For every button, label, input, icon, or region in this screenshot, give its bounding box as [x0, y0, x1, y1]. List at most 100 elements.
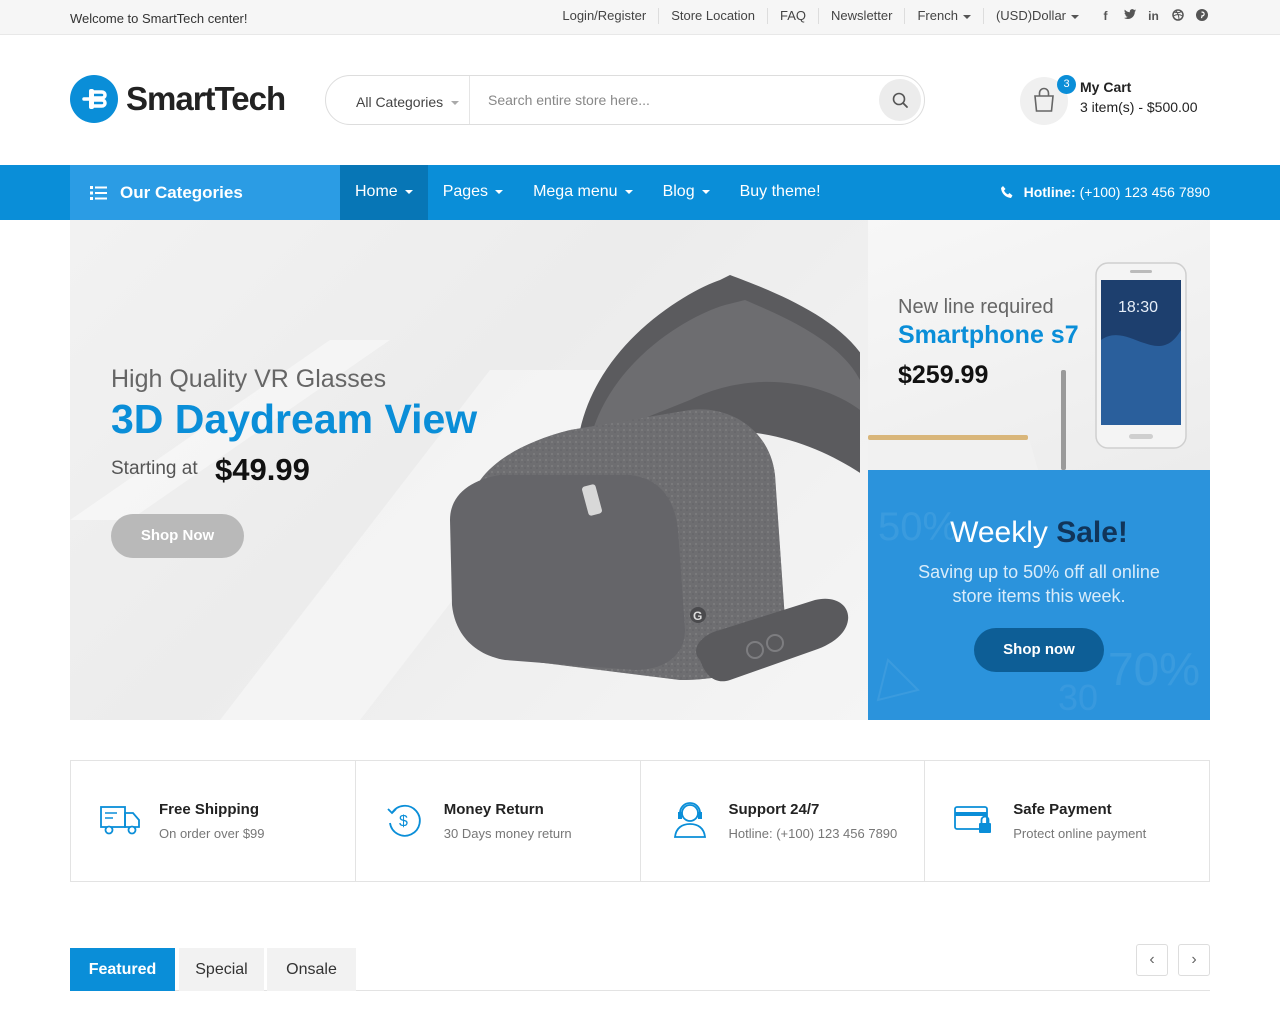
linkedin-icon[interactable]: in [1147, 9, 1160, 24]
hero-price: $49.99 [215, 452, 310, 487]
list-icon [90, 186, 107, 200]
chevron-right-icon[interactable]: › [1178, 944, 1210, 976]
nav-item-mega-menu[interactable]: Mega menu [518, 165, 648, 220]
sale-description: Saving up to 50% off all online store it… [918, 562, 1160, 606]
dribbble-icon[interactable] [1171, 8, 1184, 24]
chevron-down-icon [404, 189, 413, 194]
mini-cart[interactable]: 3 My Cart 3 item(s) - $500.00 [1020, 75, 1220, 127]
category-select[interactable]: All Categories [326, 76, 470, 124]
hero-title: 3D Daydream View [111, 396, 478, 442]
tab-special[interactable]: Special [179, 948, 264, 991]
carousel-arrows: ‹ › [1136, 944, 1210, 976]
phone-icon [1000, 186, 1013, 198]
hero-shop-now-button[interactable]: Shop Now [111, 514, 244, 558]
top-links: Login/Register Store Location FAQ Newsle… [562, 8, 1208, 24]
phone-banner-kicker: New line required [898, 296, 1054, 318]
nav-item-label: Home [355, 183, 398, 200]
feature-safe-payment: Safe Payment Protect online payment [925, 761, 1209, 881]
store-location-link[interactable]: Store Location [659, 8, 769, 24]
category-value: All Categories [356, 94, 444, 110]
feature-title: Money Return [443, 801, 544, 818]
twitter-icon[interactable] [1123, 8, 1136, 24]
vr-headset-image: G [450, 275, 860, 682]
chevron-down-icon [1071, 14, 1079, 19]
currency-value: (USD)Dollar [995, 8, 1066, 23]
feature-subtitle: 30 Days money return [443, 826, 572, 841]
social-links: f in [1099, 8, 1208, 24]
weekly-sale-banner: 50% 70% 30 Weekly Sale! Saving up to 50%… [868, 470, 1210, 720]
hotline: Hotline: (+100) 123 456 7890 [1000, 184, 1210, 200]
language-select[interactable]: French [905, 8, 984, 24]
categories-label: Our Categories [120, 183, 243, 202]
svg-text:70%: 70% [1108, 643, 1200, 695]
chevron-down-icon [451, 101, 460, 106]
tab-featured[interactable]: Featured [70, 948, 175, 991]
sale-title: Weekly Sale! [868, 516, 1210, 550]
nav-menu: Home Pages Mega menu Blog Buy theme! [340, 165, 836, 220]
site-header: SmartTech All Categories 3 My Cart 3 ite… [0, 35, 1280, 163]
faq-link[interactable]: FAQ [768, 8, 820, 24]
main-nav: Our Categories Home Pages Mega menu Blog… [0, 165, 1280, 220]
sale-shop-now-button[interactable]: Shop now [974, 628, 1104, 672]
hotline-label: Hotline: [1023, 184, 1076, 200]
search-button[interactable] [879, 79, 921, 121]
feature-title: Safe Payment [1013, 801, 1112, 818]
feature-money-return: $ Money Return 30 Days money return [356, 761, 641, 881]
hotline-number: (+100) 123 456 7890 [1079, 184, 1210, 200]
cart-count-badge: 3 [1057, 75, 1076, 94]
nav-item-label: Mega menu [533, 183, 618, 200]
hero-slider: G High Quality VR Glasses 3D Daydream Vi… [70, 220, 868, 720]
feature-subtitle: Hotline: (+100) 123 456 7890 [728, 826, 898, 841]
search-bar: All Categories [325, 75, 925, 125]
search-input[interactable] [476, 84, 856, 116]
currency-select[interactable]: (USD)Dollar [984, 8, 1091, 24]
sale-title-part2: Sale! [1056, 516, 1128, 549]
feature-title: Free Shipping [159, 801, 260, 818]
top-bar: Welcome to SmartTech center! Login/Regis… [0, 0, 1280, 35]
login-register-link[interactable]: Login/Register [562, 8, 660, 24]
feature-subtitle: Protect online payment [1013, 826, 1147, 841]
cart-summary: 3 item(s) - $500.00 [1080, 99, 1198, 115]
chevron-down-icon [495, 189, 504, 194]
feature-free-shipping: Free Shipping On order over $99 [71, 761, 356, 881]
phone-banner-price: $259.99 [898, 361, 989, 389]
nav-item-pages[interactable]: Pages [428, 165, 518, 220]
nav-item-home[interactable]: Home [340, 165, 428, 220]
money-return-icon: $ [387, 804, 421, 837]
chevron-down-icon [962, 14, 971, 19]
svg-text:$: $ [399, 813, 408, 830]
product-tabs: Featured Special Onsale [70, 948, 1210, 991]
hero-starting-label: Starting at [111, 458, 198, 479]
cart-title: My Cart [1080, 79, 1132, 95]
tab-onsale[interactable]: Onsale [267, 948, 356, 991]
truck-icon [100, 806, 140, 835]
svg-text:G: G [693, 609, 702, 623]
facebook-icon[interactable]: f [1099, 9, 1112, 24]
nav-item-blog[interactable]: Blog [648, 165, 725, 220]
phone-banner-title: Smartphone s7 [898, 321, 1079, 349]
nav-item-label: Blog [662, 183, 695, 200]
smartphone-banner[interactable]: 18:30 New line required Smartphone s7 $2… [868, 220, 1210, 470]
credit-card-lock-icon [954, 806, 992, 833]
nav-item-label: Buy theme! [739, 183, 821, 200]
pinterest-icon[interactable] [1195, 8, 1208, 24]
chevron-down-icon [624, 189, 633, 194]
logo[interactable]: SmartTech [70, 75, 286, 123]
headset-support-icon [673, 802, 706, 838]
categories-toggle[interactable]: Our Categories [70, 165, 340, 220]
chevron-left-icon[interactable]: ‹ [1136, 944, 1168, 976]
feature-subtitle: On order over $99 [159, 826, 265, 841]
nav-item-label: Pages [442, 183, 489, 200]
chevron-down-icon [701, 189, 710, 194]
feature-title: Support 24/7 [728, 801, 820, 818]
service-features: Free Shipping On order over $99 $ Money … [70, 760, 1210, 882]
search-icon [892, 92, 908, 108]
feature-support: Support 24/7 Hotline: (+100) 123 456 789… [641, 761, 926, 881]
welcome-text: Welcome to SmartTech center! [70, 11, 248, 26]
nav-item-buy-theme[interactable]: Buy theme! [725, 165, 836, 220]
hero-subtitle: High Quality VR Glasses [111, 365, 387, 393]
logo-text: SmartTech [126, 80, 286, 117]
sale-title-part1: Weekly [950, 516, 1048, 549]
newsletter-link[interactable]: Newsletter [819, 8, 906, 24]
language-value: French [917, 8, 958, 23]
